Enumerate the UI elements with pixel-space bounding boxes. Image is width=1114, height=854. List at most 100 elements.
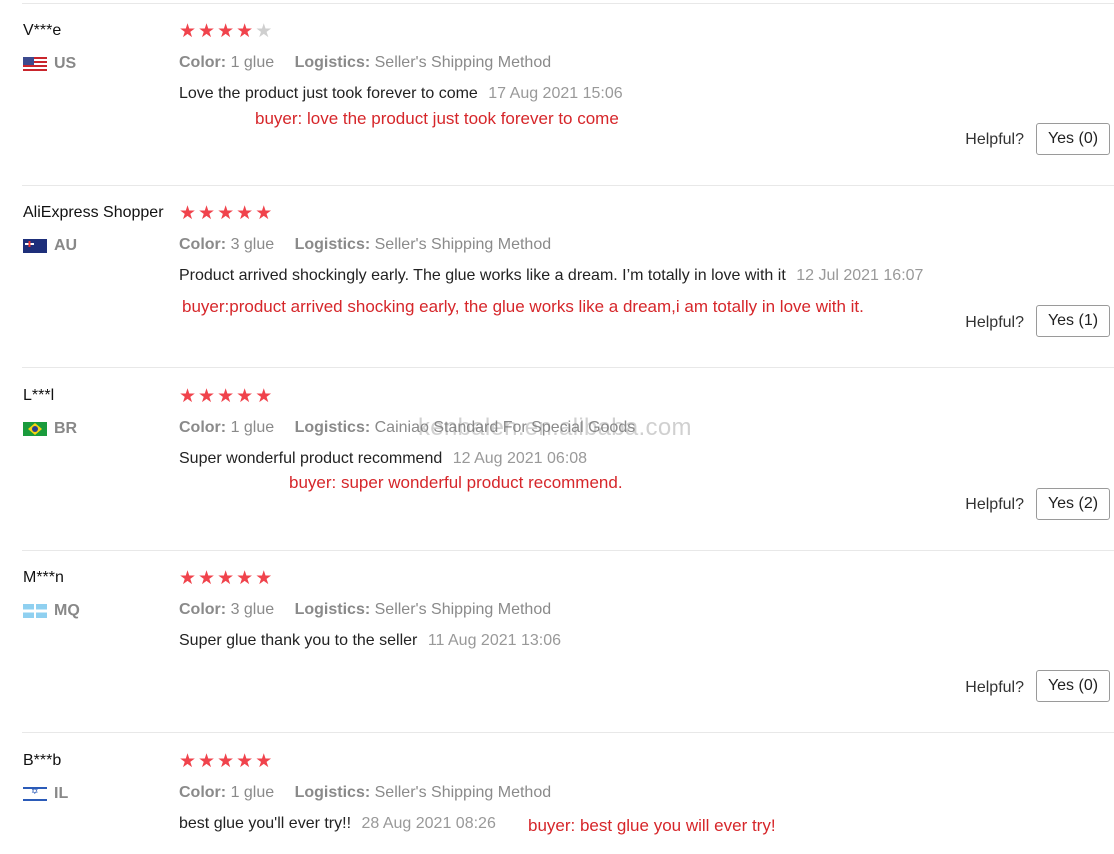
- star-filled-icon: ★: [217, 751, 235, 772]
- star-filled-icon: ★: [236, 751, 254, 772]
- star-filled-icon: ★: [179, 203, 197, 224]
- star-filled-icon: ★: [236, 21, 254, 42]
- review-item: M***n MQ ★ ★ ★ ★ ★ Color: 3 glue Logistics: …: [0, 551, 1114, 733]
- review-text: Super wonderful product recommend: [179, 450, 443, 467]
- star-filled-icon: ★: [198, 751, 216, 772]
- star-empty-icon: ★: [255, 21, 273, 42]
- color-value: 1 glue: [230, 784, 275, 801]
- review-text-line: Product arrived shockingly early. The gl…: [179, 267, 923, 285]
- il-flag-icon: [23, 787, 47, 801]
- logistics-value: Seller's Shipping Method: [374, 784, 552, 801]
- review-date: 28 Aug 2021 08:26: [361, 815, 496, 832]
- review-date: 11 Aug 2021 13:06: [427, 632, 561, 649]
- country-code: US: [54, 55, 77, 72]
- star-filled-icon: ★: [179, 21, 197, 42]
- review-sku-info: Color: 3 glue Logistics: Seller's Shippi…: [179, 601, 551, 619]
- review-date: 12 Jul 2021 16:07: [796, 267, 924, 284]
- us-flag-icon: [23, 57, 47, 71]
- review-sku-info: Color: 1 glue Logistics: Seller's Shippi…: [179, 784, 551, 802]
- star-rating: ★ ★ ★ ★ ★: [179, 569, 272, 589]
- country-code: IL: [54, 785, 69, 802]
- logistics-value: Seller's Shipping Method: [374, 54, 552, 71]
- star-filled-icon: ★: [255, 203, 273, 224]
- logistics-label: Logistics:: [294, 54, 371, 71]
- star-rating: ★ ★ ★ ★ ★: [179, 387, 272, 407]
- color-value: 3 glue: [230, 236, 275, 253]
- logistics-value: Seller's Shipping Method: [374, 601, 552, 618]
- review-date: 12 Aug 2021 06:08: [452, 450, 588, 467]
- star-filled-icon: ★: [236, 386, 254, 407]
- logistics-label: Logistics:: [294, 236, 371, 253]
- au-flag-icon: [23, 239, 47, 253]
- review-text: Super glue thank you to the seller: [179, 632, 418, 649]
- br-flag-icon: [23, 422, 47, 436]
- color-label: Color:: [179, 236, 227, 253]
- review-item: AliExpress Shopper AU ★ ★ ★ ★ ★ Color: 3 glu…: [0, 186, 1114, 368]
- review-item: B***b IL ★★★★★ Color: 1 glue Logistics: …: [0, 734, 1114, 854]
- seller-annotation: buyer: best glue you will ever try!: [528, 816, 776, 835]
- review-text: best glue you'll ever try!!: [179, 815, 352, 832]
- star-filled-icon: ★: [179, 568, 197, 589]
- country-code: MQ: [54, 602, 80, 619]
- logistics-label: Logistics:: [294, 784, 371, 801]
- star-filled-icon: ★: [255, 568, 273, 589]
- helpful-yes-button[interactable]: Yes (1): [1036, 305, 1110, 337]
- helpful-label: Helpful?: [965, 131, 1024, 148]
- star-rating: ★ ★ ★ ★ ★: [179, 752, 272, 772]
- country-code: BR: [54, 420, 78, 437]
- reviewer-country: MQ: [23, 601, 80, 621]
- star-filled-icon: ★: [217, 21, 235, 42]
- star-filled-icon: ★: [198, 203, 216, 224]
- review-date: 17 Aug 2021 15:06: [488, 85, 623, 102]
- star-filled-icon: ★: [255, 386, 273, 407]
- color-value: 1 glue: [230, 419, 275, 436]
- helpful-label: Helpful?: [965, 496, 1024, 513]
- country-code: AU: [54, 237, 78, 254]
- star-filled-icon: ★: [217, 203, 235, 224]
- helpful-yes-button[interactable]: Yes (2): [1036, 488, 1110, 520]
- logistics-value: Seller's Shipping Method: [374, 236, 552, 253]
- logistics-label: Logistics:: [294, 419, 371, 436]
- mq-flag-icon: [23, 604, 47, 618]
- color-value: 3 glue: [230, 601, 275, 618]
- seller-annotation: buyer: super wonderful product recommend…: [289, 473, 623, 492]
- reviewer-name: B***b: [23, 752, 62, 769]
- reviewer-name: AliExpress Shopper: [23, 204, 164, 221]
- color-label: Color:: [179, 601, 227, 618]
- logistics-value: Cainiao Standard For Special Goods: [374, 419, 636, 436]
- helpful-yes-button[interactable]: Yes (0): [1036, 670, 1110, 702]
- reviewer-country: IL: [23, 784, 68, 804]
- review-divider: [22, 367, 1114, 368]
- star-rating: ★ ★ ★ ★ ★: [179, 204, 272, 224]
- helpful-label: Helpful?: [965, 314, 1024, 331]
- seller-annotation: buyer:product arrived shocking early, th…: [182, 297, 864, 316]
- review-item: V***e US ★ ★ ★ ★ ★ Color: 1 glue Logistics: …: [0, 4, 1114, 186]
- review-item: L***l BR ★ ★ ★ ★ ★ Color: 1 glue Logistics: …: [0, 369, 1114, 551]
- review-text-line: best glue you'll ever try!! 28 Aug 2021 …: [179, 815, 496, 833]
- review-text-line: Super wonderful product recommend 12 Aug…: [179, 450, 587, 468]
- star-filled-icon: ★: [179, 751, 197, 772]
- logistics-label: Logistics:: [294, 601, 371, 618]
- star-filled-icon: ★: [217, 386, 235, 407]
- color-label: Color:: [179, 54, 227, 71]
- review-sku-info: Color: 1 glue Logistics: Cainiao Standar…: [179, 419, 635, 437]
- star-filled-icon: ★: [179, 386, 197, 407]
- reviewer-name: M***n: [23, 569, 64, 586]
- reviewer-name: L***l: [23, 387, 55, 404]
- review-text-line: Super glue thank you to the seller 11 Au…: [179, 632, 561, 650]
- star-filled-icon: ★: [217, 568, 235, 589]
- helpful-yes-button[interactable]: Yes (0): [1036, 123, 1110, 155]
- review-sku-info: Color: 1 glue Logistics: Seller's Shippi…: [179, 54, 551, 72]
- star-rating: ★ ★ ★ ★ ★: [179, 22, 272, 42]
- star-filled-icon: ★: [198, 568, 216, 589]
- review-sku-info: Color: 3 glue Logistics: Seller's Shippi…: [179, 236, 551, 254]
- color-value: 1 glue: [230, 54, 275, 71]
- helpful-label: Helpful?: [965, 679, 1024, 696]
- reviewer-name: V***e: [23, 22, 62, 39]
- review-text: Product arrived shockingly early. The gl…: [179, 267, 786, 284]
- color-label: Color:: [179, 784, 227, 801]
- review-text: Love the product just took forever to co…: [179, 85, 478, 102]
- reviewer-country: BR: [23, 419, 77, 439]
- star-filled-icon: ★: [198, 386, 216, 407]
- review-divider: [22, 732, 1114, 733]
